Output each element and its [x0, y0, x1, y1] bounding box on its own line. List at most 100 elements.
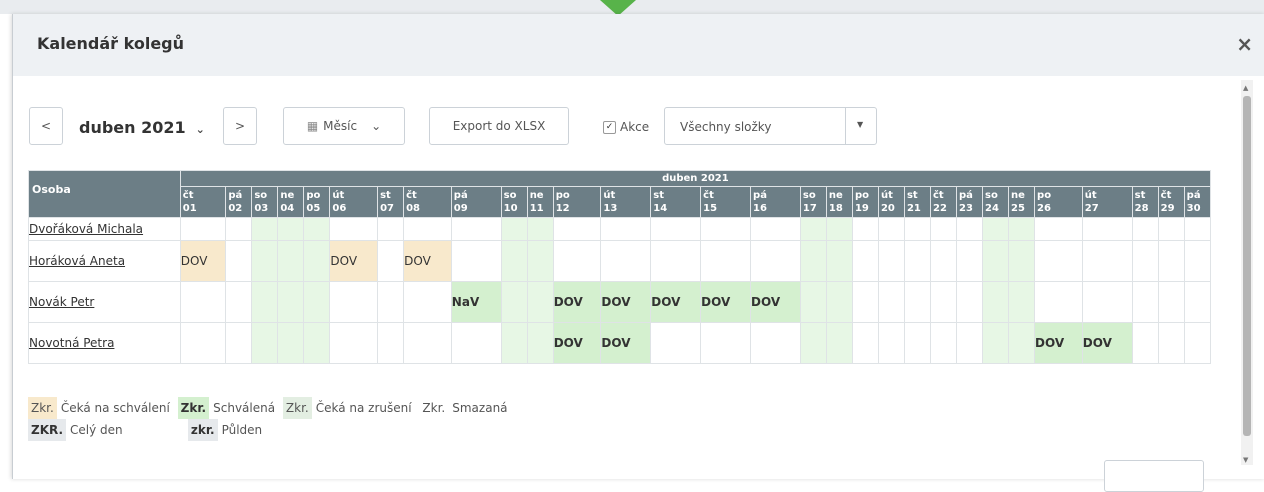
day-cell[interactable]	[851, 217, 879, 241]
day-cell[interactable]	[903, 240, 931, 282]
day-cell[interactable]	[1034, 281, 1083, 323]
day-cell[interactable]	[750, 322, 801, 364]
day-cell[interactable]	[1008, 240, 1036, 282]
day-cell[interactable]	[251, 217, 279, 241]
day-cell[interactable]	[955, 240, 984, 282]
day-cell[interactable]	[277, 240, 305, 282]
day-cell[interactable]	[303, 322, 331, 364]
day-cell[interactable]	[526, 281, 554, 323]
day-cell[interactable]	[1008, 281, 1036, 323]
day-cell[interactable]	[825, 217, 853, 241]
akce-toggle[interactable]: ✓ Akce	[603, 120, 649, 134]
absence-cell[interactable]: DOV	[552, 322, 602, 364]
next-month-button[interactable]: >	[223, 107, 257, 145]
month-selector[interactable]: duben 2021 ⌄	[79, 118, 205, 137]
day-cell[interactable]	[799, 240, 827, 282]
day-cell[interactable]	[1034, 240, 1083, 282]
day-cell[interactable]	[1131, 281, 1159, 323]
absence-cell[interactable]: NaV	[450, 281, 502, 323]
absence-cell[interactable]: DOV	[552, 281, 602, 323]
absence-cell[interactable]: DOV	[650, 281, 702, 323]
day-cell[interactable]	[450, 322, 502, 364]
absence-cell[interactable]: DOV	[179, 240, 227, 282]
person-link[interactable]: Novotná Petra	[29, 336, 114, 350]
day-cell[interactable]	[526, 217, 554, 241]
day-cell[interactable]	[929, 281, 958, 323]
day-cell[interactable]	[903, 217, 931, 241]
day-cell[interactable]	[403, 217, 452, 241]
day-cell[interactable]	[1131, 240, 1159, 282]
day-cell[interactable]	[750, 217, 801, 241]
day-cell[interactable]	[700, 240, 752, 282]
day-cell[interactable]	[877, 217, 905, 241]
day-cell[interactable]	[700, 322, 752, 364]
day-cell[interactable]	[600, 217, 652, 241]
absence-cell[interactable]: DOV	[700, 281, 752, 323]
day-cell[interactable]	[377, 240, 405, 282]
day-cell[interactable]	[500, 322, 528, 364]
day-cell[interactable]	[1131, 322, 1159, 364]
day-cell[interactable]	[377, 281, 405, 323]
day-cell[interactable]	[329, 322, 379, 364]
day-cell[interactable]	[303, 217, 331, 241]
day-cell[interactable]	[500, 217, 528, 241]
day-cell[interactable]	[1081, 217, 1133, 241]
day-cell[interactable]	[929, 217, 958, 241]
absence-cell[interactable]: DOV	[600, 281, 652, 323]
day-cell[interactable]	[750, 240, 801, 282]
folder-select[interactable]: Všechny složky ▼	[664, 107, 877, 145]
day-cell[interactable]	[251, 240, 279, 282]
day-cell[interactable]	[955, 322, 984, 364]
person-link[interactable]: Dvořáková Michala	[29, 222, 143, 236]
day-cell[interactable]	[929, 240, 958, 282]
akce-checkbox[interactable]: ✓	[603, 120, 616, 134]
absence-cell[interactable]: DOV	[1034, 322, 1083, 364]
day-cell[interactable]	[825, 281, 853, 323]
day-cell[interactable]	[799, 217, 827, 241]
day-cell[interactable]	[277, 322, 305, 364]
day-cell[interactable]	[851, 240, 879, 282]
day-cell[interactable]	[1157, 240, 1185, 282]
day-cell[interactable]	[500, 240, 528, 282]
day-cell[interactable]	[179, 322, 227, 364]
day-cell[interactable]	[1157, 322, 1185, 364]
day-cell[interactable]	[377, 217, 405, 241]
day-cell[interactable]	[179, 217, 227, 241]
day-cell[interactable]	[982, 240, 1010, 282]
day-cell[interactable]	[329, 281, 379, 323]
day-cell[interactable]	[982, 322, 1010, 364]
person-link[interactable]: Novák Petr	[29, 295, 94, 309]
day-cell[interactable]	[526, 240, 554, 282]
day-cell[interactable]	[225, 217, 253, 241]
day-cell[interactable]	[329, 217, 379, 241]
day-cell[interactable]	[877, 281, 905, 323]
day-cell[interactable]	[903, 322, 931, 364]
day-cell[interactable]	[1157, 281, 1185, 323]
absence-cell[interactable]: DOV	[750, 281, 801, 323]
day-cell[interactable]	[1157, 217, 1185, 241]
export-xlsx-button[interactable]: Export do XLSX	[429, 107, 569, 145]
day-cell[interactable]	[903, 281, 931, 323]
day-cell[interactable]	[552, 240, 602, 282]
day-cell[interactable]	[700, 217, 752, 241]
day-cell[interactable]	[303, 240, 331, 282]
day-cell[interactable]	[1008, 217, 1036, 241]
day-cell[interactable]	[799, 322, 827, 364]
vertical-scrollbar[interactable]: ▲ ▼	[1241, 80, 1253, 465]
day-cell[interactable]	[277, 217, 305, 241]
day-cell[interactable]	[955, 281, 984, 323]
day-cell[interactable]	[526, 322, 554, 364]
day-cell[interactable]	[1183, 217, 1212, 241]
day-cell[interactable]	[277, 281, 305, 323]
day-cell[interactable]	[877, 240, 905, 282]
day-cell[interactable]	[982, 217, 1010, 241]
absence-cell[interactable]: DOV	[600, 322, 652, 364]
absence-cell[interactable]: DOV	[403, 240, 452, 282]
day-cell[interactable]	[982, 281, 1010, 323]
day-cell[interactable]	[851, 281, 879, 323]
prev-month-button[interactable]: <	[29, 107, 63, 145]
day-cell[interactable]	[650, 240, 702, 282]
absence-cell[interactable]: DOV	[1081, 322, 1133, 364]
day-cell[interactable]	[303, 281, 331, 323]
day-cell[interactable]	[1081, 281, 1133, 323]
